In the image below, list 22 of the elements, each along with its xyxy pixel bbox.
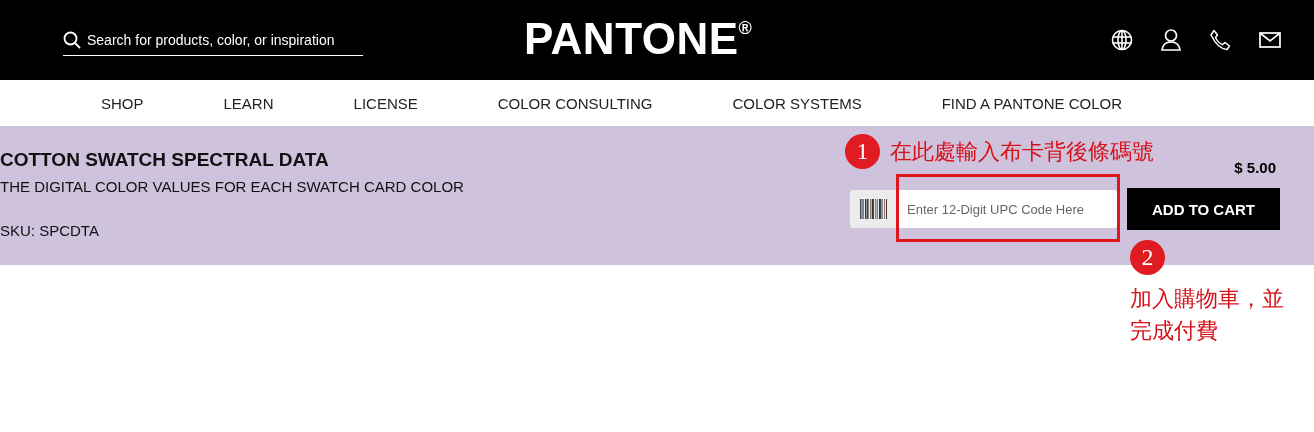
annotation-text: 加入購物車，並完成付費	[1130, 285, 1285, 345]
nav-link[interactable]: COLOR CONSULTING	[497, 94, 653, 112]
barcode-icon	[859, 198, 887, 220]
nav-link[interactable]: LEARN	[223, 94, 274, 112]
add-to-cart-button[interactable]: ADD TO CART	[1127, 188, 1280, 230]
upc-field[interactable]: Enter 12-Digit UPC Code Here	[850, 190, 1117, 228]
phone-icon[interactable]	[1209, 29, 1231, 51]
sku-text: SKU: SPCDTA	[0, 222, 100, 239]
search-field[interactable]: Search for products, color, or inspiration	[63, 24, 363, 56]
nav-link[interactable]: FIND A PANTONE COLOR	[941, 94, 1123, 112]
nav-link[interactable]: LICENSE	[353, 94, 418, 112]
price: $ 5.00	[1234, 159, 1276, 176]
user-icon[interactable]	[1161, 29, 1181, 51]
product-title: COTTON SWATCH SPECTRAL DATA	[0, 149, 330, 171]
mail-icon[interactable]	[1259, 32, 1281, 48]
nav-link[interactable]: COLOR SYSTEMS	[732, 94, 862, 112]
product-subtitle: THE DIGITAL COLOR VALUES FOR EACH SWATCH CARD COLOR	[0, 178, 464, 195]
logo[interactable]: PANTONE$^{®}$	[524, 14, 753, 64]
annotation-text: 在此處輸入布卡背後條碼號	[890, 137, 1154, 166]
globe-icon[interactable]	[1111, 29, 1133, 51]
nav-link[interactable]: SHOP	[101, 94, 144, 112]
search-icon	[63, 30, 81, 49]
